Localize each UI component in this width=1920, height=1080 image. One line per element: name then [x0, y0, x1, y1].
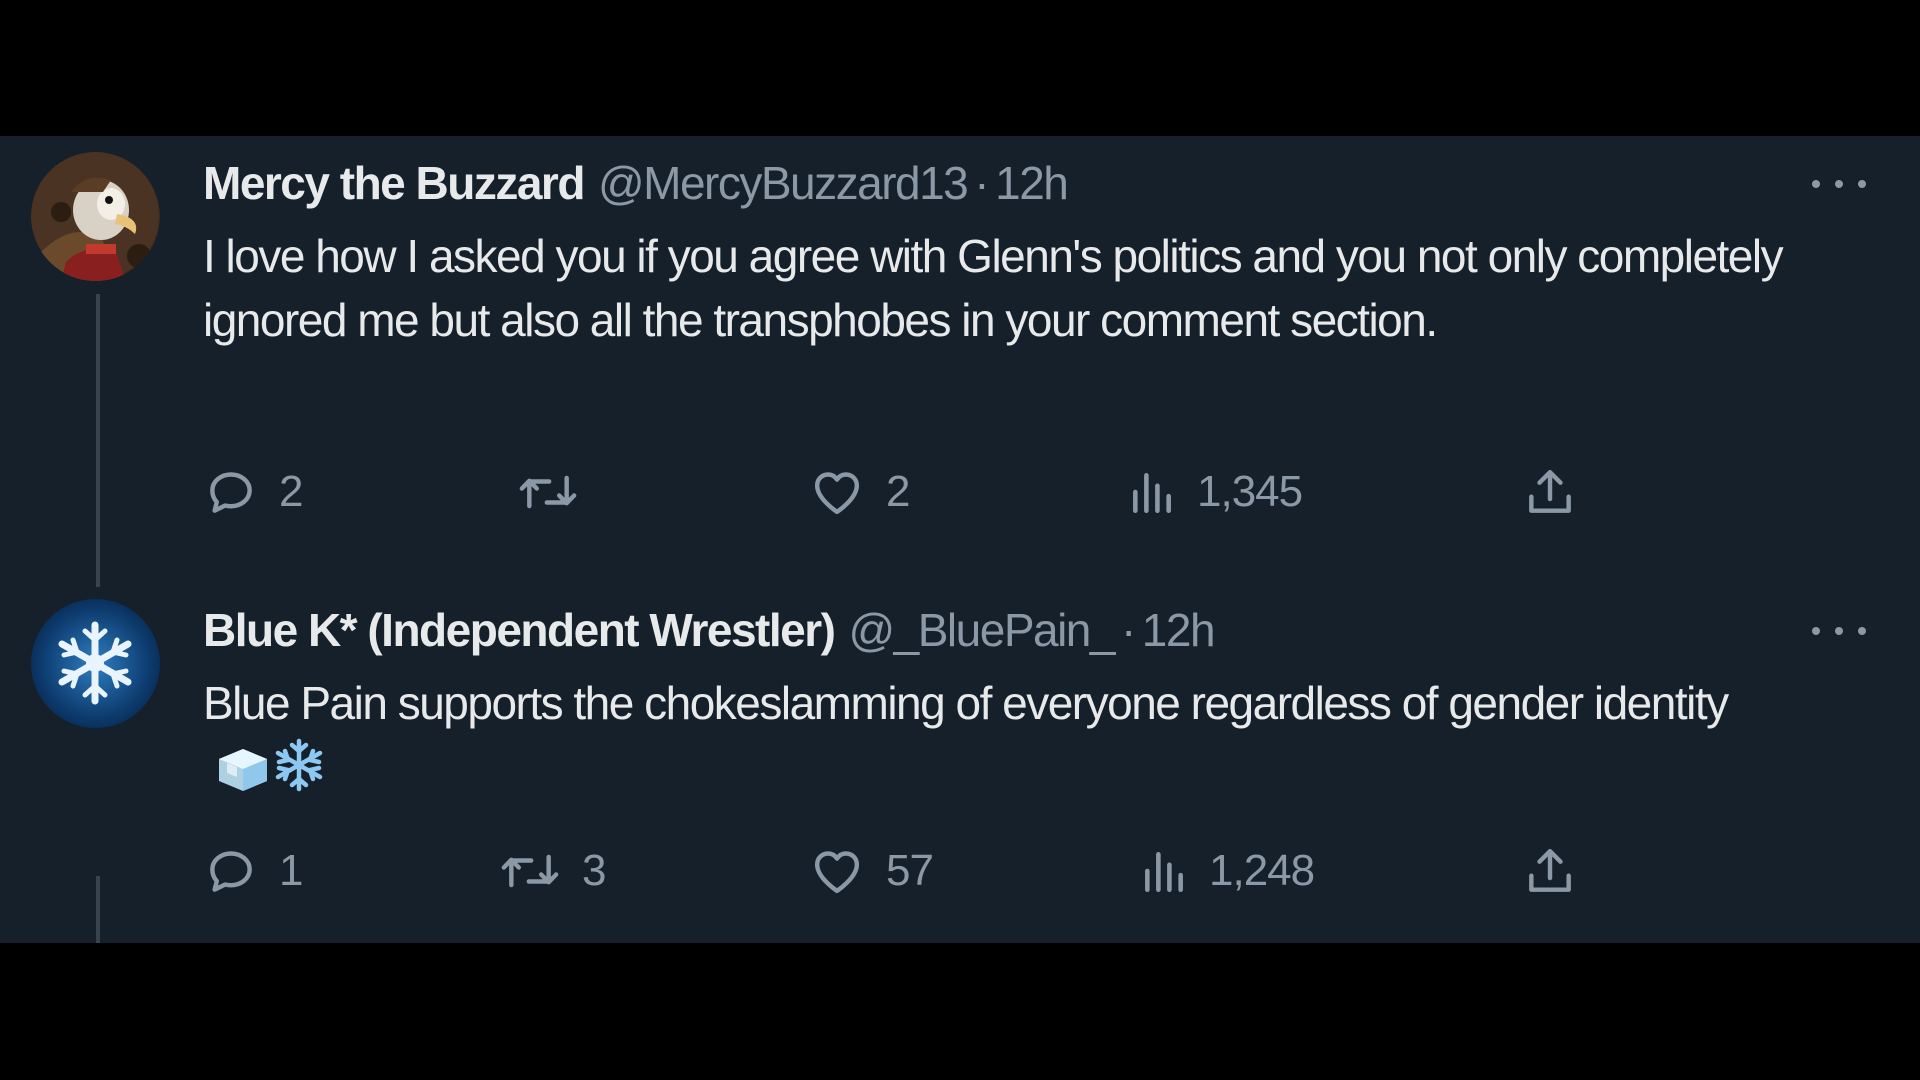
separator-dot: · — [974, 157, 989, 209]
retweet-icon — [501, 854, 559, 888]
user-handle[interactable]: @MercyBuzzard13 — [598, 156, 969, 210]
retweet-button[interactable]: 3 — [498, 841, 607, 901]
views-button[interactable]: 1,345 — [1127, 462, 1303, 522]
tweet-text: I love how I asked you if you agree with… — [203, 230, 1784, 346]
emoji-group — [213, 737, 327, 809]
share-button[interactable] — [1522, 841, 1578, 901]
view-count: 1,345 — [1197, 467, 1303, 516]
retweet-button[interactable] — [516, 462, 600, 522]
more-options-icon[interactable] — [1812, 164, 1866, 204]
heart-icon — [814, 472, 860, 515]
display-name[interactable]: Mercy the Buzzard — [203, 156, 585, 210]
more-options-icon[interactable] — [1812, 611, 1866, 651]
thread-line — [96, 294, 100, 587]
display-name[interactable]: Blue K* (Independent Wrestler) — [203, 603, 836, 657]
reply-icon — [210, 472, 252, 513]
snowflake-avatar-icon — [31, 599, 160, 728]
tweet[interactable]: Mercy the Buzzard @MercyBuzzard13 · 12h … — [0, 136, 1920, 587]
action-bar: 1 3 57 1,248 — [0, 841, 1920, 901]
retweet-icon — [519, 475, 577, 509]
tweet-text-container: Blue Pain supports the chokeslamming of … — [203, 671, 1823, 809]
ice-cube-emoji-icon — [219, 749, 267, 791]
reply-count: 2 — [279, 467, 304, 516]
avatar[interactable] — [31, 152, 160, 281]
like-count: 57 — [886, 846, 934, 895]
separator-dot: · — [1120, 604, 1136, 656]
views-button[interactable]: 1,248 — [1139, 841, 1315, 901]
timestamp[interactable]: 12h — [1142, 603, 1216, 657]
reply-count: 1 — [279, 846, 304, 895]
share-icon — [1529, 848, 1571, 892]
views-chart-icon — [1133, 473, 1171, 514]
retweet-count: 3 — [582, 846, 607, 895]
buzzard-avatar-icon — [31, 152, 160, 281]
view-count: 1,248 — [1209, 846, 1315, 895]
share-icon — [1529, 469, 1571, 513]
reply-button[interactable]: 2 — [203, 462, 304, 522]
avatar[interactable] — [31, 599, 160, 728]
tweet-text: Blue Pain supports the chokeslamming of … — [203, 677, 1729, 729]
action-bar: 2 2 1,345 — [0, 462, 1920, 522]
tweet-header: Blue K* (Independent Wrestler) @_BluePai… — [203, 603, 1216, 663]
user-handle[interactable]: @_BluePain_ — [848, 603, 1115, 657]
reply-button[interactable]: 1 — [203, 841, 304, 901]
like-button[interactable]: 2 — [808, 462, 911, 522]
views-chart-icon — [1145, 852, 1183, 893]
timestamp[interactable]: 12h — [995, 156, 1069, 210]
share-button[interactable] — [1522, 462, 1578, 522]
like-button[interactable]: 57 — [808, 841, 934, 901]
reply-icon — [210, 851, 252, 892]
tweet[interactable]: Blue K* (Independent Wrestler) @_BluePai… — [0, 583, 1920, 943]
heart-icon — [814, 851, 860, 894]
tweet-header: Mercy the Buzzard @MercyBuzzard13 · 12h — [203, 156, 1069, 216]
like-count: 2 — [886, 467, 911, 516]
snowflake-emoji-icon — [275, 738, 323, 792]
reply-thread-panel: Mercy the Buzzard @MercyBuzzard13 · 12h … — [0, 136, 1920, 943]
